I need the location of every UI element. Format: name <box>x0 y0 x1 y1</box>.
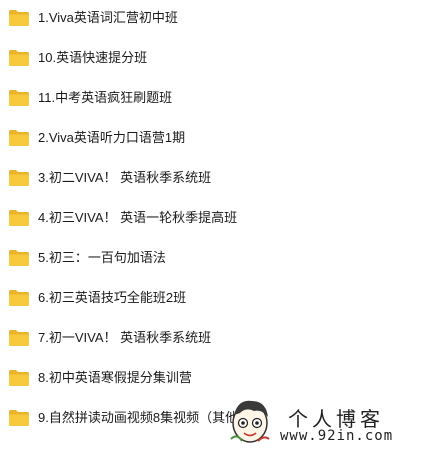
mascot-icon <box>230 400 270 443</box>
folder-item[interactable]: 9.自然拼读动画视频8集视频（其他 <box>0 400 260 440</box>
folder-item[interactable]: 8.初中英语寒假提分集训营 <box>0 360 260 400</box>
folder-name: 9.自然拼读动画视频8集视频（其他 <box>38 410 239 425</box>
folder-name: 1.Viva英语词汇营初中班 <box>38 10 178 25</box>
folder-icon <box>9 10 29 26</box>
folder-icon <box>9 370 29 386</box>
folder-icon <box>9 130 29 146</box>
folder-item[interactable]: 5.初三：一百句加语法 <box>0 240 260 280</box>
folder-icon <box>9 50 29 66</box>
folder-name: 8.初中英语寒假提分集训营 <box>38 370 192 385</box>
folder-icon <box>9 330 29 346</box>
folder-icon <box>9 210 29 226</box>
folder-icon <box>9 290 29 306</box>
folder-icon <box>9 250 29 266</box>
folder-item[interactable]: 6.初三英语技巧全能班2班 <box>0 280 260 320</box>
folder-item[interactable]: 4.初三VIVA！ 英语一轮秋季提高班 <box>0 200 260 240</box>
folder-name: 4.初三VIVA！ 英语一轮秋季提高班 <box>38 210 238 225</box>
folder-icon <box>9 90 29 106</box>
folder-list: 1.Viva英语词汇营初中班 10.英语快速提分班 11.中考英语疯狂刷题班 2… <box>0 0 421 451</box>
folder-item[interactable]: 10.英语快速提分班 <box>0 40 260 80</box>
folder-name: 10.英语快速提分班 <box>38 50 148 65</box>
folder-name: 7.初一VIVA！ 英语秋季系统班 <box>38 330 212 345</box>
folder-name: 3.初二VIVA！ 英语秋季系统班 <box>38 170 212 185</box>
watermark-url: www.92in.com <box>280 428 394 444</box>
folder-item[interactable]: 2.Viva英语听力口语营1期 <box>0 120 260 160</box>
watermark: 个人博客 www.92in.com <box>228 395 421 451</box>
folder-name: 5.初三：一百句加语法 <box>38 250 166 265</box>
watermark-title: 个人博客 <box>288 407 384 431</box>
folder-name: 2.Viva英语听力口语营1期 <box>38 130 186 145</box>
folder-icon <box>9 410 29 426</box>
folder-icon <box>9 170 29 186</box>
folder-item[interactable]: 1.Viva英语词汇营初中班 <box>0 0 260 40</box>
folder-name: 6.初三英语技巧全能班2班 <box>38 290 187 305</box>
folder-item[interactable]: 11.中考英语疯狂刷题班 <box>0 80 260 120</box>
folder-name: 11.中考英语疯狂刷题班 <box>38 90 173 105</box>
folder-item[interactable]: 3.初二VIVA！ 英语秋季系统班 <box>0 160 260 200</box>
folder-item[interactable]: 7.初一VIVA！ 英语秋季系统班 <box>0 320 260 360</box>
